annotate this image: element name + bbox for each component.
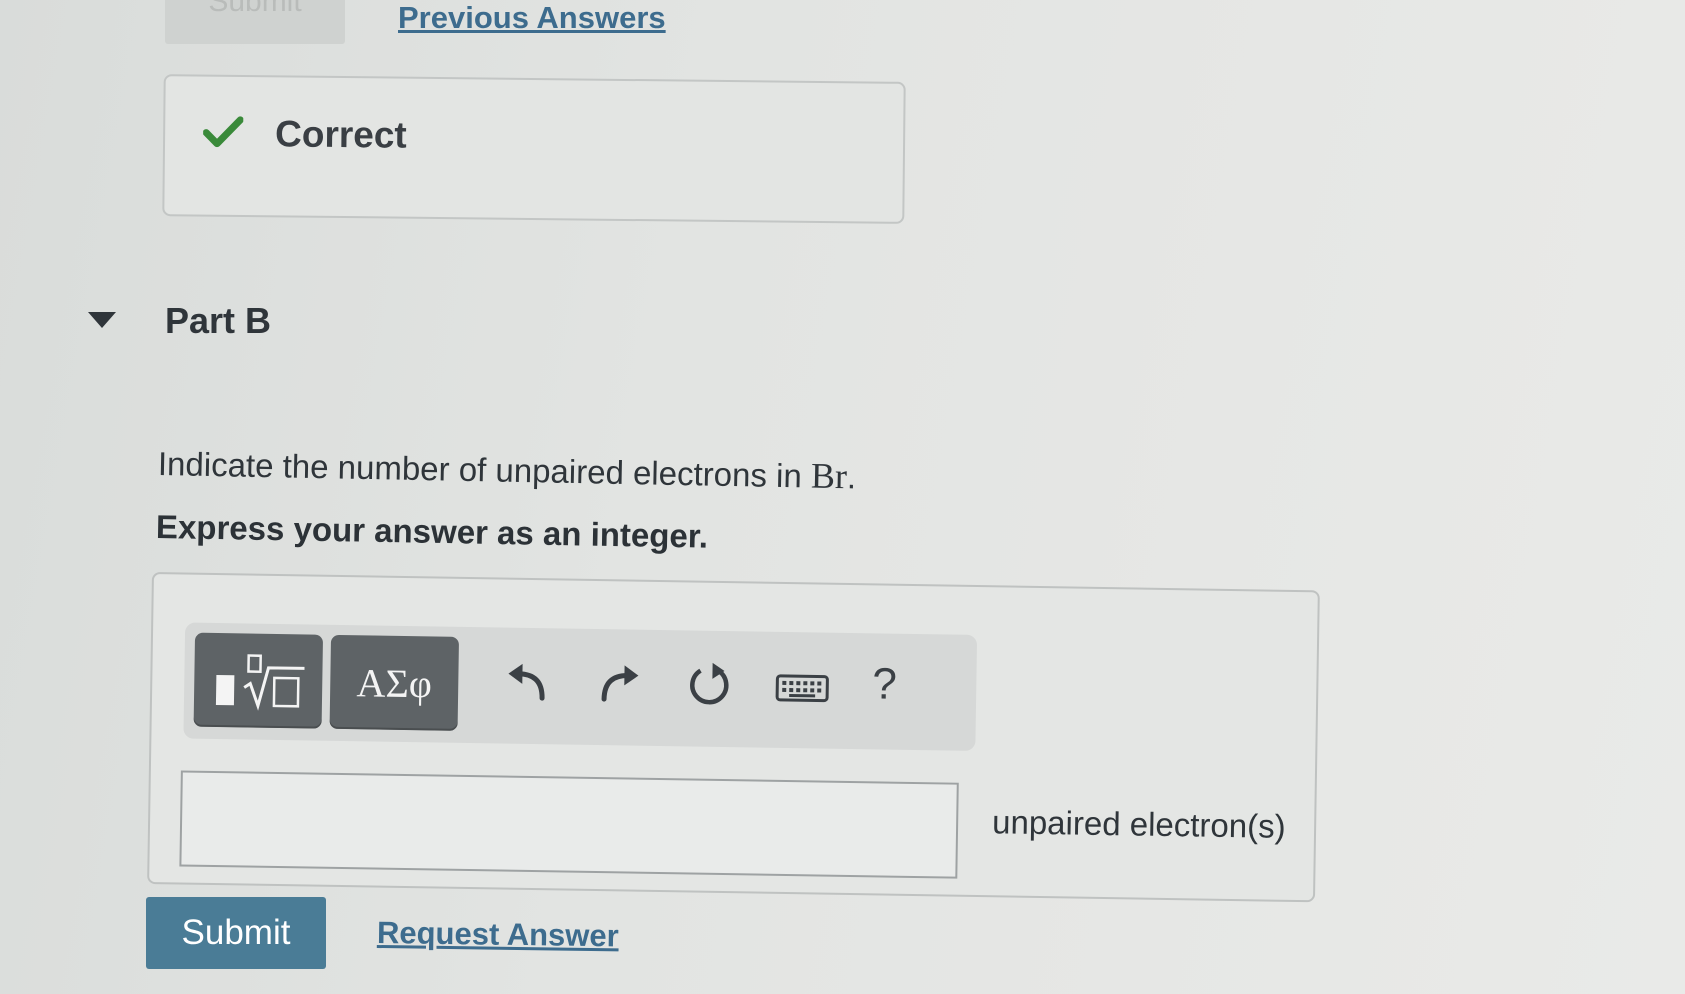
submit-button[interactable]: Submit xyxy=(146,897,326,969)
check-icon xyxy=(202,116,244,148)
part-title: Part B xyxy=(165,300,272,341)
answer-panel: ΑΣφ ? unpaired electron(s) xyxy=(147,572,1320,903)
answer-input[interactable] xyxy=(179,770,959,879)
greek-symbols-button[interactable]: ΑΣφ xyxy=(329,634,460,731)
correct-label: Correct xyxy=(274,113,407,156)
request-answer-link[interactable]: Request Answer xyxy=(377,915,619,954)
previous-submit-button: Submit xyxy=(165,0,345,44)
units-label: unpaired electron(s) xyxy=(991,803,1286,845)
question-text: Indicate the number of unpaired electron… xyxy=(157,445,857,497)
templates-icon xyxy=(215,654,305,711)
previous-answers-link[interactable]: Previous Answers xyxy=(398,0,666,36)
redo-icon[interactable] xyxy=(594,659,645,710)
help-button[interactable]: ? xyxy=(872,659,897,709)
reset-icon[interactable] xyxy=(684,660,735,711)
undo-icon[interactable] xyxy=(502,658,553,709)
templates-button[interactable] xyxy=(193,632,324,729)
feedback-box: Correct xyxy=(162,74,906,224)
element-symbol: Br xyxy=(810,455,848,497)
keyboard-icon[interactable] xyxy=(774,662,831,713)
math-toolbar: ΑΣφ ? xyxy=(183,622,978,751)
collapse-triangle-icon[interactable] xyxy=(88,310,116,330)
instruction-text: Express your answer as an integer. xyxy=(155,508,709,555)
